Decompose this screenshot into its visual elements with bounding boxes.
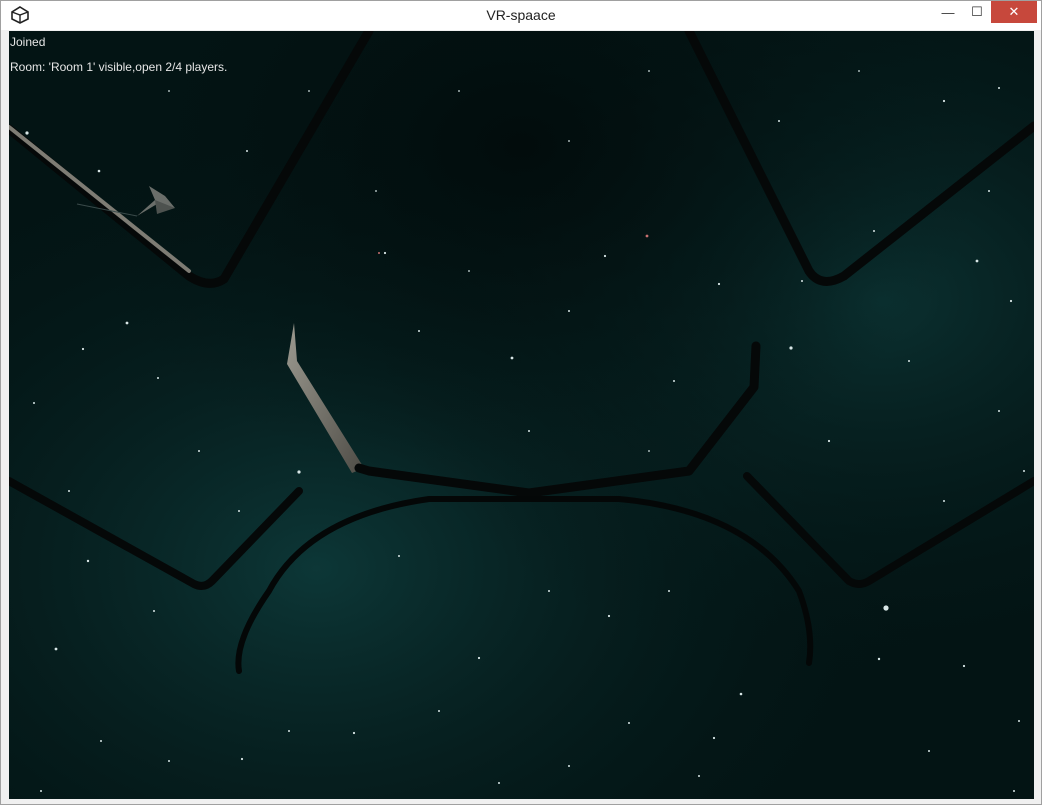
minimize-button[interactable]: — xyxy=(933,1,963,23)
close-icon: ✕ xyxy=(1008,4,1020,19)
minimize-icon: — xyxy=(941,4,955,20)
window-title: VR-spaace xyxy=(486,7,556,23)
title-bar[interactable]: VR-spaace — ☐ ✕ xyxy=(1,1,1041,30)
game-viewport[interactable]: Joined Room: 'Room 1' visible,open 2/4 p… xyxy=(9,31,1034,799)
close-button[interactable]: ✕ xyxy=(991,1,1037,23)
room-info-text: Room: 'Room 1' visible,open 2/4 players. xyxy=(10,60,228,74)
space-scene xyxy=(9,31,1034,799)
dark-nebula xyxy=(9,31,1034,799)
game-window: VR-spaace — ☐ ✕ Joined Room: 'Room 1' vi… xyxy=(0,0,1042,805)
maximize-button[interactable]: ☐ xyxy=(963,1,991,23)
connection-status-text: Joined xyxy=(10,35,46,49)
maximize-icon: ☐ xyxy=(971,4,983,19)
